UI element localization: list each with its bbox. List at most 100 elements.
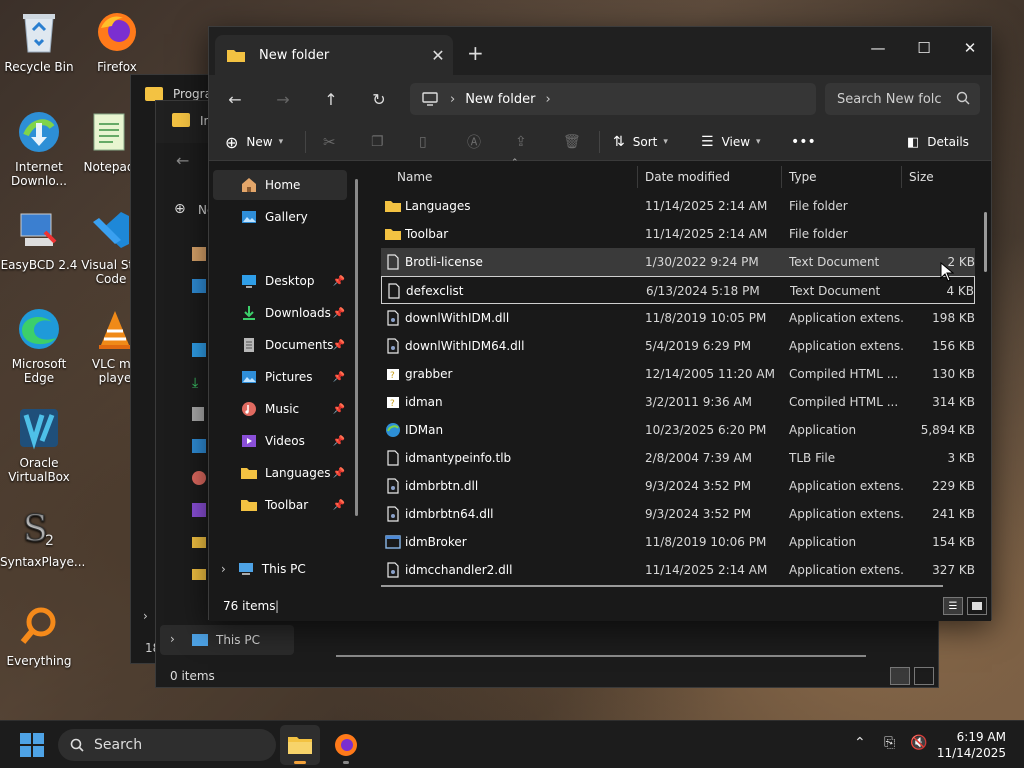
- column-header-type[interactable]: Type: [789, 162, 817, 192]
- sidebar-item-this-pc[interactable]: › This PC: [213, 554, 347, 584]
- minimize-button[interactable]: —: [855, 33, 901, 63]
- new-tab-button[interactable]: +: [467, 41, 484, 65]
- search-input[interactable]: Search New folc: [825, 83, 980, 115]
- table-row[interactable]: defexclist 6/13/2024 5:18 PM Text Document…: [381, 276, 975, 304]
- home-icon: [192, 247, 206, 261]
- folder-icon: [381, 192, 403, 220]
- share-button[interactable]: ⇪: [515, 123, 527, 161]
- chevron-right-icon[interactable]: ›: [545, 92, 550, 107]
- table-row[interactable]: idmantypeinfo.tlb 2/8/2004 7:39 AM TLB Fil…: [381, 444, 975, 472]
- table-row[interactable]: idmBroker 11/8/2019 10:06 PM Application 15…: [381, 528, 975, 556]
- desktop-icon-easybcd[interactable]: EasyBCD 2.4: [0, 206, 78, 272]
- taskbar-clock[interactable]: 6:19 AM 11/14/2025: [937, 729, 1006, 761]
- sidebar-item-label: This PC: [261, 562, 306, 576]
- new-button[interactable]: ⊕ New ▾: [225, 123, 283, 161]
- cut-button[interactable]: ✂: [323, 123, 336, 161]
- sidebar-item-documents[interactable]: Documents 📌: [213, 330, 347, 360]
- table-row[interactable]: downlWithIDM64.dll 5/4/2019 6:29 PM Applic…: [381, 332, 975, 360]
- table-row[interactable]: Toolbar 11/14/2025 2:14 AM File folder: [381, 220, 975, 248]
- sort-button[interactable]: ⇅ Sort ▾: [613, 123, 668, 161]
- desktop-icon-edge[interactable]: Microsoft Edge: [0, 305, 78, 385]
- taskbar-search[interactable]: Search: [58, 729, 276, 761]
- chevron-right-icon[interactable]: ›: [143, 609, 148, 623]
- desktop-icon-recycle-bin[interactable]: Recycle Bin: [0, 8, 78, 74]
- tiles-view-button[interactable]: [967, 597, 987, 615]
- sidebar-item-downloads[interactable]: Downloads 📌: [213, 298, 347, 328]
- desktop-icon-syntaxplayer[interactable]: S2 SyntaxPlaye...: [0, 503, 85, 570]
- back-button[interactable]: ←: [221, 85, 249, 113]
- file-explorer-window[interactable]: New folder ✕ + — ☐ ✕ ← → ↑ ↻ › New folde…: [208, 26, 992, 621]
- sidebar-item-this-pc[interactable]: › This PC: [160, 625, 294, 655]
- idm-app-icon: [381, 416, 403, 444]
- sidebar-item-label: Music: [265, 402, 300, 416]
- chevron-right-icon[interactable]: ›: [450, 92, 455, 107]
- sidebar-item-toolbar[interactable]: Toolbar 📌: [213, 490, 347, 520]
- more-options-button[interactable]: •••: [791, 123, 816, 161]
- copy-button[interactable]: ❐: [371, 123, 384, 161]
- close-tab-button[interactable]: ✕: [423, 46, 453, 65]
- desktop-icon-label: Everything: [6, 654, 72, 668]
- desktop-icon-virtualbox[interactable]: Oracle VirtualBox: [0, 404, 78, 484]
- table-row[interactable]: idmbrbtn.dll 9/3/2024 3:52 PM Application …: [381, 472, 975, 500]
- svg-text:?: ?: [390, 399, 395, 409]
- volume-muted-icon[interactable]: 🔇: [910, 735, 927, 751]
- tab-new-folder[interactable]: New folder ✕: [215, 35, 453, 75]
- sidebar-item-languages[interactable]: Languages 📌: [213, 458, 347, 488]
- details-pane-button[interactable]: ◧ Details: [907, 123, 969, 161]
- table-row[interactable]: ? grabber 12/14/2005 11:20 AM Compiled HTML…: [381, 360, 975, 388]
- column-header-size[interactable]: Size: [909, 162, 934, 192]
- desktop-icon-idm[interactable]: Internet Downlo...: [0, 108, 78, 188]
- sidebar-item-home[interactable]: Home: [213, 170, 347, 200]
- file-list-vertical-scrollbar[interactable]: [984, 212, 987, 272]
- close-window-button[interactable]: ✕: [947, 33, 993, 63]
- chevron-right-icon[interactable]: ›: [221, 562, 226, 576]
- paste-button[interactable]: ▯: [419, 123, 427, 161]
- table-row[interactable]: idmcchandler2.dll 11/14/2025 2:14 AM Appli…: [381, 556, 975, 584]
- rename-button[interactable]: Ⓐ: [467, 123, 481, 161]
- refresh-button[interactable]: ↻: [365, 85, 393, 113]
- documents-icon: [192, 407, 204, 421]
- navigation-pane-scrollbar[interactable]: [355, 179, 358, 516]
- show-hidden-icons-chevron-up-icon[interactable]: ⌃: [854, 735, 866, 751]
- column-header-name[interactable]: Name: [397, 162, 432, 192]
- table-row[interactable]: IDMan 10/23/2025 6:20 PM Application 5,894 …: [381, 416, 975, 444]
- address-bar[interactable]: › New folder ›: [410, 83, 816, 115]
- details-view-icon: ☰: [948, 600, 958, 612]
- sidebar-item-desktop[interactable]: Desktop 📌: [213, 266, 347, 296]
- file-type: Compiled HTML ...: [789, 367, 899, 381]
- delete-button[interactable]: 🗑: [563, 123, 581, 161]
- network-icon[interactable]: ⎘: [884, 735, 895, 751]
- navigation-pane: Home Gallery Desktop 📌 Downloads 📌 Docum…: [209, 162, 359, 592]
- forward-button[interactable]: →: [269, 85, 297, 113]
- table-row[interactable]: Languages 11/14/2025 2:14 AM File folder: [381, 192, 975, 220]
- column-header-date-modified[interactable]: Date modified: [645, 162, 730, 192]
- maximize-button[interactable]: ☐: [901, 33, 947, 63]
- sidebar-item-music[interactable]: Music 📌: [213, 394, 347, 424]
- new-icon[interactable]: ⊕: [174, 201, 186, 217]
- table-row[interactable]: ? idman 3/2/2011 9:36 AM Compiled HTML ... 3…: [381, 388, 975, 416]
- table-row[interactable]: downlWithIDM.dll 11/8/2019 10:05 PM Applic…: [381, 304, 975, 332]
- sidebar-item-gallery[interactable]: Gallery: [213, 202, 347, 232]
- back-arrow-icon[interactable]: ←: [176, 151, 189, 170]
- taskbar-file-explorer[interactable]: [280, 725, 320, 765]
- details-view-button[interactable]: ☰: [943, 597, 963, 615]
- up-button[interactable]: ↑: [317, 85, 345, 113]
- breadcrumb-new-folder[interactable]: New folder: [465, 92, 535, 107]
- title-bar[interactable]: New folder ✕ + — ☐ ✕: [209, 27, 991, 75]
- desktop-icon-firefox[interactable]: Firefox: [78, 8, 156, 74]
- tiles-view-button[interactable]: [914, 667, 934, 685]
- sidebar-item-videos[interactable]: Videos 📌: [213, 426, 347, 456]
- view-button[interactable]: ☰ View ▾: [701, 123, 761, 161]
- vscode-icon: [87, 206, 135, 254]
- svg-text:2: 2: [45, 533, 54, 549]
- file-date-modified: 6/13/2024 5:18 PM: [646, 284, 760, 298]
- table-row[interactable]: Brotli-license 1/30/2022 9:24 PM Text Docu…: [381, 248, 975, 276]
- horizontal-scrollbar[interactable]: [336, 655, 866, 657]
- table-row[interactable]: idmbrbtn64.dll 9/3/2024 3:52 PM Applicatio…: [381, 500, 975, 528]
- file-list-horizontal-scrollbar[interactable]: [381, 585, 943, 587]
- sidebar-item-pictures[interactable]: Pictures 📌: [213, 362, 347, 392]
- desktop-icon-everything[interactable]: Everything: [0, 602, 78, 668]
- start-button[interactable]: [20, 733, 44, 760]
- taskbar-firefox[interactable]: [326, 725, 366, 765]
- details-view-button[interactable]: [890, 667, 910, 685]
